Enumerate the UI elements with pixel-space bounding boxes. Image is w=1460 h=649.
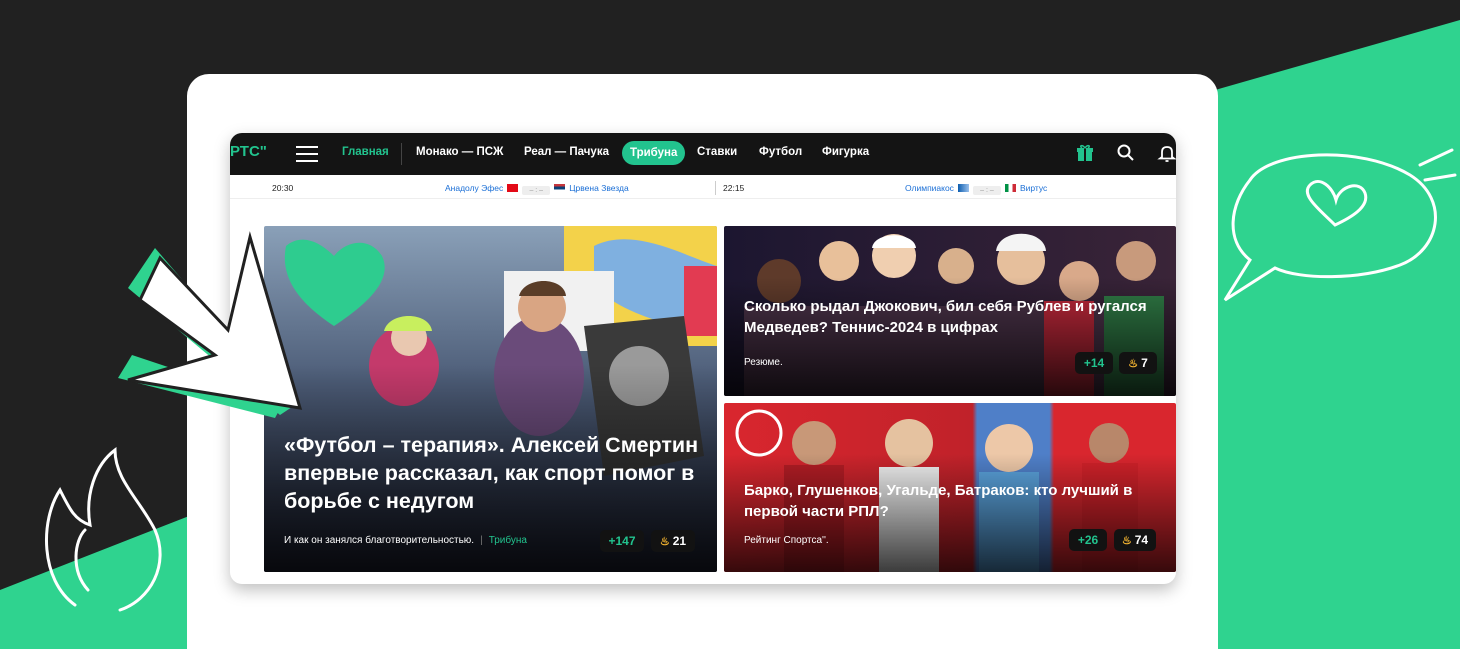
match-widget[interactable]: Олимпиакос – : – Виртус bbox=[905, 183, 1047, 195]
nav-item-main[interactable]: Главная bbox=[342, 146, 389, 158]
news-card-tennis[interactable]: Сколько рыдал Джокович, бил себя Рублев … bbox=[724, 226, 1176, 396]
flag-icon bbox=[957, 184, 969, 192]
away-team: Црвена Звезда bbox=[569, 183, 629, 193]
nav-item-figure-skating[interactable]: Фигурка bbox=[822, 146, 869, 158]
search-icon[interactable] bbox=[1116, 143, 1136, 163]
article-subtitle: Рейтинг Спортса''. bbox=[744, 535, 829, 546]
comments-badge[interactable]: ♨ 74 bbox=[1114, 529, 1156, 551]
article-title[interactable]: «Футбол – терапия». Алексей Смертин впер… bbox=[284, 431, 704, 515]
nav-item-tribuna[interactable]: Трибуна bbox=[622, 141, 686, 165]
match-time: 22:15 bbox=[723, 183, 745, 193]
tribuna-tag[interactable]: Трибуна bbox=[489, 535, 527, 546]
rating-badge[interactable]: +147 bbox=[600, 530, 644, 552]
article-title[interactable]: Сколько рыдал Джокович, бил себя Рублев … bbox=[744, 296, 1164, 338]
flag-icon bbox=[507, 184, 519, 192]
nav-item-monaco-psg[interactable]: Монако — ПСЖ bbox=[416, 146, 503, 158]
news-card-main[interactable]: «Футбол – терапия». Алексей Смертин впер… bbox=[264, 226, 717, 572]
match-widget[interactable]: Анадолу Эфес – : – Црвена Звезда bbox=[445, 183, 629, 195]
subtitle-text: И как он занялся благотворительностью. bbox=[284, 535, 475, 546]
fire-icon: ♨ bbox=[1128, 358, 1139, 370]
match-time: 20:30 bbox=[272, 183, 294, 193]
flag-icon bbox=[554, 184, 566, 192]
comments-count: 74 bbox=[1134, 533, 1149, 547]
home-team: Олимпиакос bbox=[905, 183, 954, 193]
score: – : – bbox=[522, 186, 551, 195]
article-title[interactable]: Барко, Глушенков, Угальде, Батраков: кто… bbox=[744, 480, 1164, 522]
score: – : – bbox=[972, 186, 1001, 195]
news-card-rpl[interactable]: Барко, Глушенков, Угальде, Батраков: кто… bbox=[724, 403, 1176, 572]
comments-badge[interactable]: ♨ 7 bbox=[1119, 352, 1157, 374]
home-team: Анадолу Эфес bbox=[445, 183, 504, 193]
article-image bbox=[264, 226, 717, 572]
flag-icon bbox=[1004, 184, 1016, 192]
tag-divider: | bbox=[480, 535, 483, 546]
fire-icon: ♨ bbox=[1121, 535, 1132, 547]
menu-icon[interactable] bbox=[296, 146, 318, 162]
nav-divider bbox=[401, 143, 402, 165]
rating-badge[interactable]: +26 bbox=[1069, 529, 1107, 551]
top-navigation-bar: РТС" Главная Монако — ПСЖ Реал — Пачука … bbox=[230, 133, 1176, 175]
site-logo[interactable]: РТС" bbox=[230, 143, 267, 160]
comments-badge[interactable]: ♨ 21 bbox=[651, 530, 695, 552]
nav-item-bets[interactable]: Ставки bbox=[697, 146, 737, 158]
away-team: Виртус bbox=[1019, 183, 1048, 193]
bell-icon[interactable] bbox=[1157, 143, 1176, 163]
rating-badge[interactable]: +14 bbox=[1075, 352, 1113, 374]
score-divider bbox=[715, 181, 716, 195]
nav-item-real-pachuca[interactable]: Реал — Пачука bbox=[524, 146, 609, 158]
gift-icon[interactable] bbox=[1075, 143, 1095, 163]
nav-item-football[interactable]: Футбол bbox=[759, 146, 802, 158]
comments-count: 21 bbox=[672, 534, 687, 548]
article-subtitle: Резюме. bbox=[744, 357, 783, 368]
article-subtitle: И как он занялся благотворительностью. | Т… bbox=[284, 535, 527, 546]
site-screenshot: РТС" Главная Монако — ПСЖ Реал — Пачука … bbox=[230, 133, 1176, 584]
fire-icon: ♨ bbox=[659, 536, 670, 548]
comments-count: 7 bbox=[1141, 356, 1148, 370]
live-scores-bar: 20:30 Анадолу Эфес – : – Црвена Звезда 22:… bbox=[230, 175, 1176, 199]
